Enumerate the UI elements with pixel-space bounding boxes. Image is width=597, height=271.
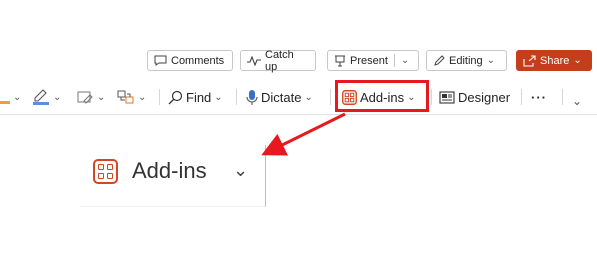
zoom-add-ins-label: Add-ins <box>132 158 207 183</box>
chevron-down-icon: ⌄ <box>214 91 223 103</box>
zoom-panel: Add-ins ⌄ <box>80 145 266 207</box>
ribbon-divider <box>159 89 160 105</box>
ribbon-divider <box>562 89 563 105</box>
ribbon-divider <box>236 89 237 105</box>
find-button[interactable]: Find ⌄ <box>168 86 223 108</box>
chevron-down-icon: ⌄ <box>573 55 582 66</box>
comments-label: Comments <box>171 54 225 67</box>
ribbon-divider <box>431 89 432 105</box>
microphone-icon <box>246 89 258 106</box>
chevron-down-icon: ⌄ <box>53 91 62 103</box>
share-icon <box>523 54 536 67</box>
search-icon <box>168 90 183 105</box>
share-button[interactable]: Share ⌄ <box>516 50 592 71</box>
find-label: Find <box>186 89 212 105</box>
add-ins-zoom-callout: Add-ins ⌄ <box>80 145 270 207</box>
designer-button[interactable]: Designer <box>439 86 510 108</box>
chevron-down-icon[interactable]: ⌄ <box>401 55 409 66</box>
chevron-down-icon: ⌄ <box>233 160 249 180</box>
add-ins-icon <box>93 159 118 184</box>
ribbon-divider <box>521 89 522 105</box>
top-command-bar: Comments Catch up Present ⌄ Editing ⌄ Sh… <box>0 44 597 76</box>
ribbon-divider <box>330 89 331 105</box>
dictate-label: Dictate <box>261 89 302 105</box>
more-options-button[interactable]: ··· <box>531 86 547 108</box>
catch-up-label: Catch up <box>265 48 294 73</box>
arrange-button[interactable]: ⌄ <box>117 86 146 108</box>
designer-label: Designer <box>458 89 511 105</box>
comment-icon <box>154 55 167 66</box>
present-button[interactable]: Present ⌄ <box>327 50 419 71</box>
present-label: Present <box>350 54 388 67</box>
shape-outline-icon <box>76 89 94 105</box>
present-icon <box>334 55 346 67</box>
font-color-button[interactable]: ⌄ <box>0 86 21 108</box>
split-divider <box>393 54 395 67</box>
catch-up-button[interactable]: Catch up <box>240 48 316 73</box>
expand-ribbon-button[interactable]: ⌄ <box>572 90 582 112</box>
comments-button[interactable]: Comments <box>147 50 233 71</box>
font-color-icon <box>0 89 10 105</box>
chevron-down-icon: ⌄ <box>97 91 106 103</box>
arrange-icon <box>117 89 135 105</box>
pencil-icon <box>433 54 445 67</box>
chevron-down-icon: ⌄ <box>138 91 147 103</box>
editing-label: Editing <box>449 54 483 67</box>
dictate-button[interactable]: Dictate ⌄ <box>246 86 313 108</box>
highlight-color-button[interactable]: ⌄ <box>32 86 61 108</box>
pulse-icon <box>247 55 261 66</box>
add-ins-highlight-box <box>335 80 429 112</box>
chevron-down-icon: ⌄ <box>486 55 496 66</box>
highlight-pen-icon <box>32 89 50 105</box>
editing-mode-button[interactable]: Editing ⌄ <box>426 50 507 71</box>
chevron-down-icon: ⌄ <box>572 94 583 108</box>
share-label: Share <box>540 54 570 67</box>
more-options-icon: ··· <box>531 89 547 105</box>
chevron-down-icon: ⌄ <box>13 91 22 103</box>
ribbon-toolbar: ⌄ ⌄ ⌄ ⌄ Find ⌄ Dictate ⌄ Add-ins ⌄ Desig… <box>0 77 597 115</box>
chevron-down-icon: ⌄ <box>304 91 313 103</box>
pointer-arrow <box>261 112 346 156</box>
designer-icon <box>439 90 455 105</box>
shape-outline-button[interactable]: ⌄ <box>76 86 105 108</box>
